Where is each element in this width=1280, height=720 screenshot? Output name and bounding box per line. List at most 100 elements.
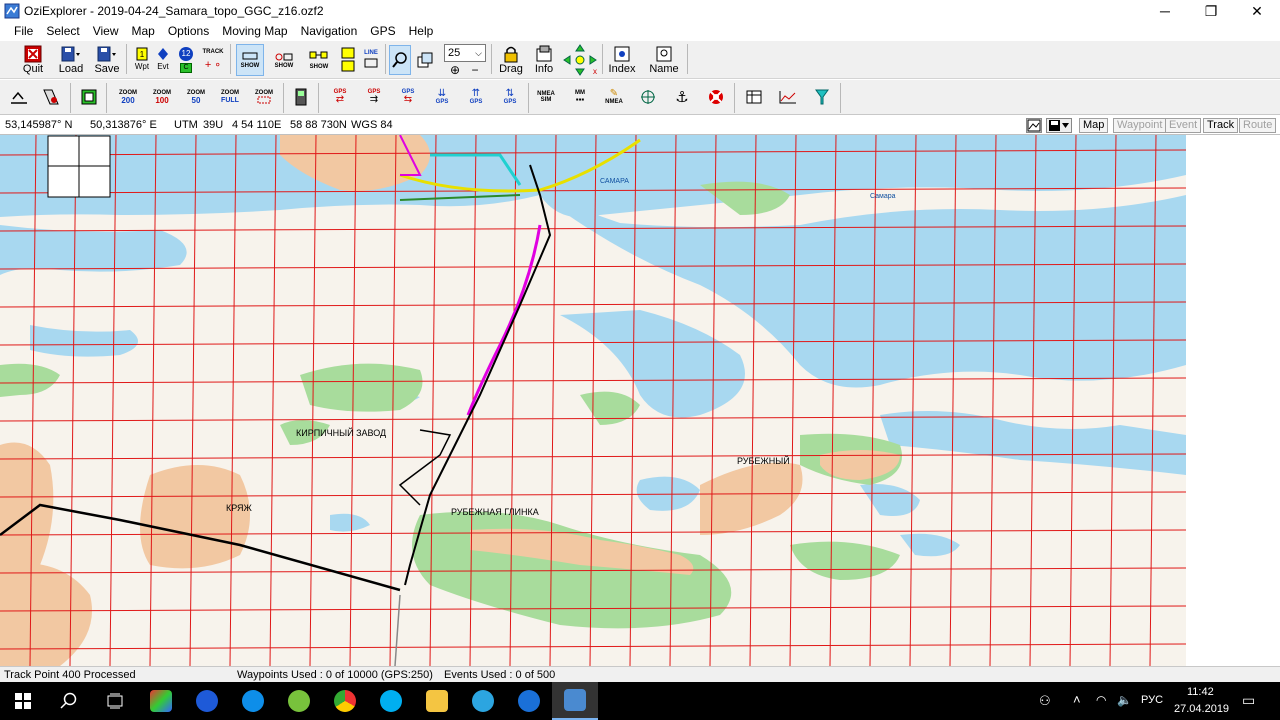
data-table-button[interactable] — [742, 86, 766, 108]
maximize-button[interactable]: ❐ — [1188, 0, 1234, 22]
windows-logo-icon — [15, 693, 31, 709]
save-map-button[interactable] — [1046, 118, 1072, 133]
quit-button[interactable]: Quit — [18, 43, 48, 77]
info-button[interactable]: Info — [530, 43, 558, 77]
list-icon — [341, 47, 355, 72]
show-track-toggle[interactable]: SHOW — [236, 44, 264, 76]
navigation-target-button[interactable] — [636, 86, 660, 108]
menu-navigation[interactable]: Navigation — [301, 24, 358, 38]
search-button[interactable] — [46, 682, 92, 720]
wifi-icon[interactable]: ◠ — [1096, 693, 1106, 707]
gps-upload-waypoints-button[interactable]: GPS ⇄ — [328, 86, 352, 108]
3d-view-button[interactable] — [810, 86, 834, 108]
center-map-icon — [43, 89, 59, 105]
anchor-alarm-button[interactable]: ⚓ — [670, 86, 694, 108]
zoom-in-button[interactable]: ⊕ — [446, 63, 464, 77]
menu-help[interactable]: Help — [409, 24, 434, 38]
show-route-button[interactable]: SHOW — [304, 44, 334, 76]
gps-upload-track-button[interactable]: GPS ⇆ — [396, 86, 420, 108]
gps-download-route-button[interactable]: ⇅ GPS — [498, 86, 522, 108]
taskbar-oziexplorer[interactable] — [552, 682, 598, 720]
index-button[interactable]: Index — [606, 43, 638, 77]
menu-options[interactable]: Options — [168, 24, 209, 38]
tab-track[interactable]: Track — [1203, 118, 1239, 133]
taskbar-skype[interactable] — [368, 682, 414, 720]
start-button[interactable] — [0, 682, 46, 720]
menu-gps[interactable]: GPS — [370, 24, 395, 38]
map-canvas[interactable]: КИРПИЧНЫЙ ЗАВОД КРЯЖ РУБЕЖНЫЙ РУБЕЖНАЯ Г… — [0, 135, 1280, 666]
people-icon[interactable]: ⚇ — [1039, 693, 1051, 709]
clock-date[interactable]: 27.04.2019 — [1174, 703, 1229, 715]
taskbar-utorrent[interactable] — [276, 682, 322, 720]
zoom-50-button[interactable]: ZOOM 50 — [182, 86, 210, 108]
load-button[interactable]: Load — [56, 43, 86, 77]
tab-event[interactable]: Event — [1165, 118, 1202, 133]
tab-map[interactable]: Map — [1079, 118, 1109, 133]
graph-button[interactable] — [776, 86, 800, 108]
tab-route[interactable]: Route — [1239, 118, 1277, 133]
gps-upload-route-button[interactable]: ⇈ GPS — [464, 86, 488, 108]
task-view-button[interactable] — [92, 682, 138, 720]
volume-icon[interactable]: 🔈 — [1117, 693, 1132, 707]
moving-map-button[interactable] — [8, 86, 30, 108]
tab-waypoint[interactable]: Waypoint — [1113, 118, 1167, 133]
utorrent-icon — [288, 690, 310, 712]
name-button[interactable]: Name — [646, 43, 682, 77]
overview-inset[interactable] — [47, 135, 111, 198]
taskbar-app-cube[interactable] — [138, 682, 184, 720]
line-button[interactable]: LINE — [360, 44, 382, 76]
menu-select[interactable]: Select — [46, 24, 79, 38]
map-image-button[interactable] — [1026, 118, 1042, 133]
zoom-200-button[interactable]: ZOOM 200 — [114, 86, 142, 108]
topographic-map[interactable]: КИРПИЧНЫЙ ЗАВОД КРЯЖ РУБЕЖНЫЙ РУБЕЖНАЯ Г… — [0, 135, 1280, 666]
clock-time[interactable]: 11:42 — [1187, 686, 1214, 698]
waypoints-show-icon — [275, 53, 293, 61]
track-number-button[interactable]: 12 C — [176, 43, 196, 77]
event-button[interactable]: Evt — [154, 43, 172, 77]
crosshair-icon — [641, 90, 655, 104]
proximity-alarm-button[interactable] — [704, 86, 728, 108]
save-button[interactable]: Save — [92, 43, 122, 77]
line-list-icon — [364, 58, 378, 68]
gps-download-track-button[interactable]: ⇊ GPS — [430, 86, 454, 108]
waypoint-button[interactable]: 1 Wpt — [132, 43, 152, 77]
find-button[interactable] — [389, 45, 411, 75]
close-button[interactable]: ✕ — [1234, 0, 1280, 22]
waypoint-list-button[interactable] — [338, 44, 358, 76]
zoom-select-button[interactable]: ZOOM — [250, 86, 278, 108]
nmea-sim-button[interactable]: NMEA SIM — [534, 86, 558, 108]
gps-connect-button[interactable] — [290, 86, 312, 108]
menu-map[interactable]: Map — [132, 24, 155, 38]
taskbar-app-2[interactable] — [506, 682, 552, 720]
moving-map-mm-button[interactable]: MM ▪▪▪ — [568, 86, 592, 108]
center-map-button[interactable] — [40, 86, 62, 108]
pan-arrows-control[interactable]: x — [562, 43, 598, 77]
gps-download-waypoints-button[interactable]: GPS ⇉ — [362, 86, 386, 108]
taskbar-teamviewer[interactable] — [230, 682, 276, 720]
zoom-full-button[interactable]: ZOOM FULL — [216, 86, 244, 108]
toolbar-separator — [70, 83, 71, 113]
zoom-select[interactable]: 25 ⌵ — [444, 44, 486, 62]
language-indicator[interactable]: РУС — [1141, 694, 1163, 706]
taskbar-app-1[interactable] — [184, 682, 230, 720]
map-select-button[interactable] — [78, 86, 100, 108]
show-waypoints-button[interactable]: SHOW — [270, 44, 298, 76]
track-button[interactable]: TRACK + ∘ — [198, 43, 228, 77]
drag-button[interactable]: Drag — [496, 43, 526, 77]
zoom-out-button[interactable]: − — [466, 63, 484, 77]
taskbar-telegram[interactable] — [460, 682, 506, 720]
chevron-up-icon[interactable]: ˄ — [1073, 692, 1081, 707]
menu-view[interactable]: View — [93, 24, 119, 38]
menu-moving-map[interactable]: Moving Map — [222, 24, 287, 38]
menu-file[interactable]: File — [14, 24, 33, 38]
taskbar-file-explorer[interactable] — [414, 682, 460, 720]
menu-bar: File Select View Map Options Moving Map … — [0, 22, 1280, 40]
zoom-out-icon: − — [471, 63, 479, 77]
zoom-100-button[interactable]: ZOOM 100 — [148, 86, 176, 108]
taskbar-chrome[interactable] — [322, 682, 368, 720]
minimize-button[interactable]: ─ — [1142, 0, 1188, 22]
track-plus-icon: + ∘ — [204, 59, 222, 71]
nmea-button[interactable]: ✎ NMEA — [602, 86, 626, 108]
map-window-button[interactable] — [414, 45, 436, 75]
notification-icon[interactable]: ▭ — [1242, 692, 1255, 709]
